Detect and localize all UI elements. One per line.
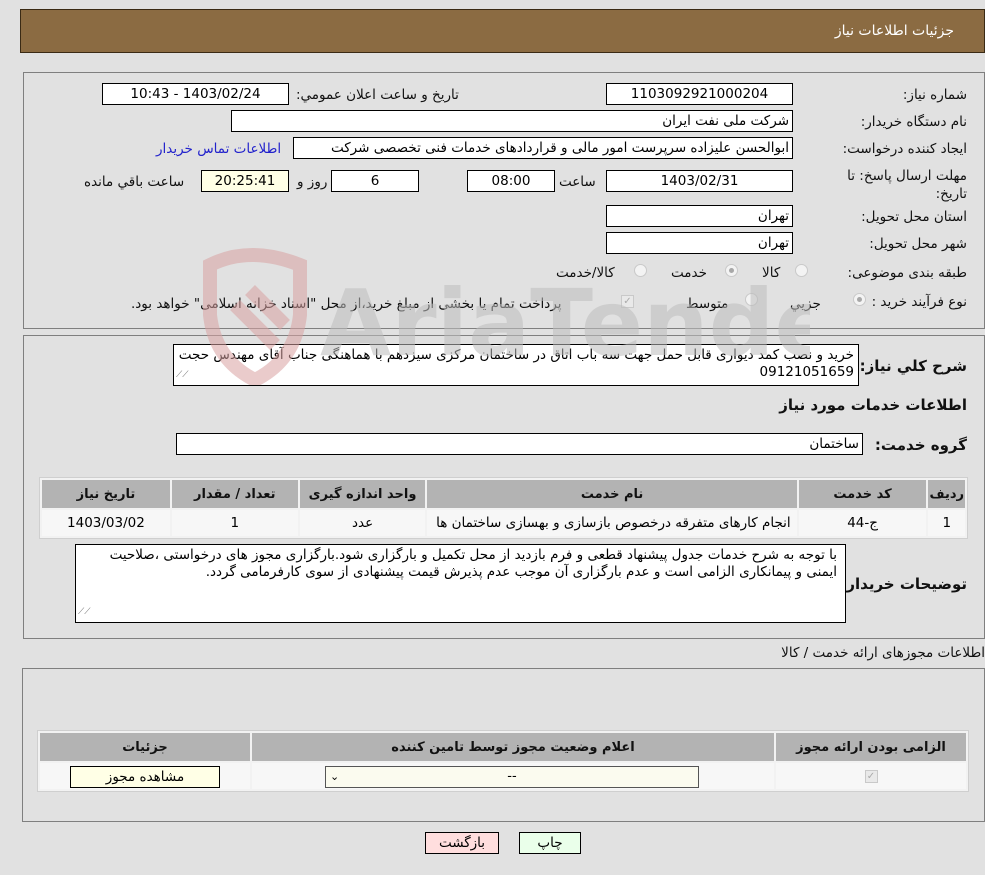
deadline-date-field[interactable]: 1403/02/31 [606, 170, 793, 192]
need-number-field[interactable]: 1103092921000204 [606, 83, 793, 105]
category-service-label: خدمت [671, 265, 707, 281]
deadline-label: مهلت ارسال پاسخ: تا تاريخ: [847, 168, 967, 202]
buyer-notes-textarea[interactable]: با توجه به شرح خدمات جدول پیشنهاد قطعی و… [75, 544, 846, 623]
table-row: ✓ -- ⌄ مشاهده مجوز [40, 763, 966, 789]
requester-label: ایجاد کننده درخواست: [842, 141, 967, 157]
col-permit-status: اعلام وضعیت مجوز توسط تامین کننده [252, 733, 774, 761]
summary-label: شرح كلي نياز: [859, 357, 967, 375]
city-label: شهر محل تحویل: [869, 236, 967, 252]
col-quantity: تعداد / مقدار [171, 480, 298, 508]
category-radio-goods[interactable] [795, 264, 808, 277]
process-radio-minor[interactable] [853, 293, 866, 306]
col-need-date: تاریخ نیاز [42, 480, 170, 508]
cell-service-name: انجام کارهای متفرقه درخصوص بازسازی و بهس… [427, 510, 797, 536]
remaining-time-field: 20:25:41 [201, 170, 289, 192]
category-goods-service-label: کالا/خدمت [556, 265, 615, 281]
view-permit-button[interactable]: مشاهده مجوز [70, 766, 220, 788]
permit-required-checkbox[interactable]: ✓ [864, 769, 878, 783]
announce-datetime-field[interactable]: 1403/02/24 - 10:43 [102, 83, 289, 105]
col-permit-required: الزامی بودن ارائه مجوز [776, 733, 966, 761]
summary-text: خرید و نصب کمد دیواری قابل حمل جهت سه با… [178, 347, 854, 380]
cell-unit: عدد [299, 510, 426, 536]
page-title: جزئیات اطلاعات نیاز [834, 23, 954, 39]
buyer-org-field[interactable]: شرکت ملی نفت ایران [231, 110, 793, 132]
col-unit: واحد اندازه گیری [299, 480, 426, 508]
col-row-number: ردیف [928, 480, 965, 508]
days-label: روز و [297, 174, 328, 190]
process-medium-label: متوسط [686, 296, 729, 312]
deadline-time-field[interactable]: 08:00 [467, 170, 555, 192]
permits-table-header: الزامی بودن ارائه مجوز اعلام وضعیت مجوز … [40, 733, 966, 761]
page-header: جزئیات اطلاعات نیاز [20, 9, 985, 53]
buyer-contact-link[interactable]: اطلاعات تماس خریدار [156, 141, 281, 157]
cell-service-code: ج-44 [798, 510, 927, 536]
back-button[interactable]: بازگشت [425, 832, 499, 854]
remaining-label: ساعت باقي مانده [84, 174, 185, 190]
buyer-org-label: نام دستگاه خريدار: [860, 114, 967, 130]
print-button[interactable]: چاپ [519, 832, 581, 854]
buyer-notes-label: توضیحات خریدار: [840, 575, 967, 593]
requester-field[interactable]: ابوالحسن علیزاده سرپرست امور مالی و قرار… [293, 137, 793, 159]
service-group-label: گروه خدمت: [874, 436, 967, 454]
process-radio-medium[interactable] [745, 293, 758, 306]
resize-grip-icon[interactable]: ⟋⟋ [78, 604, 91, 621]
services-table-header: ردیف کد خدمت نام خدمت واحد اندازه گیری ت… [42, 480, 965, 508]
permit-status-value: -- [507, 769, 517, 784]
days-remaining-field[interactable]: 6 [331, 170, 419, 192]
city-field[interactable]: تهران [606, 232, 793, 254]
buyer-notes-text: با توجه به شرح خدمات جدول پیشنهاد قطعی و… [109, 547, 837, 580]
cell-need-date: 1403/03/02 [42, 510, 170, 536]
category-radio-service[interactable] [725, 264, 738, 277]
resize-grip-icon[interactable]: ⟋⟋ [176, 367, 189, 384]
summary-textarea[interactable]: خرید و نصب کمد دیواری قابل حمل جهت سه با… [173, 344, 859, 386]
col-service-name: نام خدمت [427, 480, 797, 508]
need-number-label: شماره نیاز: [902, 87, 967, 103]
cell-row-number: 1 [928, 510, 965, 536]
cell-quantity: 1 [171, 510, 298, 536]
services-title: اطلاعات خدمات مورد نیاز [779, 396, 967, 414]
treasury-note: پرداخت تمام یا بخشی از مبلغ خرید،از محل … [131, 296, 562, 312]
treasury-checkbox[interactable]: ✓ [621, 295, 634, 308]
category-goods-label: کالا [762, 265, 781, 281]
process-minor-label: جزیي [790, 296, 821, 312]
permits-section-title: اطلاعات مجوزهای ارائه خدمت / کالا [781, 645, 985, 661]
col-permit-details: جزئیات [40, 733, 250, 761]
province-label: استان محل تحویل: [861, 209, 967, 225]
permits-table: الزامی بودن ارائه مجوز اعلام وضعیت مجوز … [37, 730, 969, 792]
deadline-time-label: ساعت [559, 174, 596, 190]
chevron-down-icon: ⌄ [330, 770, 340, 783]
category-label: طبقه بندی موضوعی: [847, 265, 967, 281]
permit-status-select[interactable]: -- ⌄ [325, 766, 699, 788]
table-row: 1 ج-44 انجام کارهای متفرقه درخصوص بازساز… [42, 510, 965, 536]
col-service-code: کد خدمت [798, 480, 927, 508]
process-label: نوع فرآیند خرید : [871, 294, 967, 310]
announce-label: تاريخ و ساعت اعلان عمومي: [296, 87, 459, 103]
category-radio-goods-service[interactable] [634, 264, 647, 277]
province-field[interactable]: تهران [606, 205, 793, 227]
service-group-field[interactable]: ساختمان [176, 433, 863, 455]
services-table: ردیف کد خدمت نام خدمت واحد اندازه گیری ت… [39, 477, 968, 539]
